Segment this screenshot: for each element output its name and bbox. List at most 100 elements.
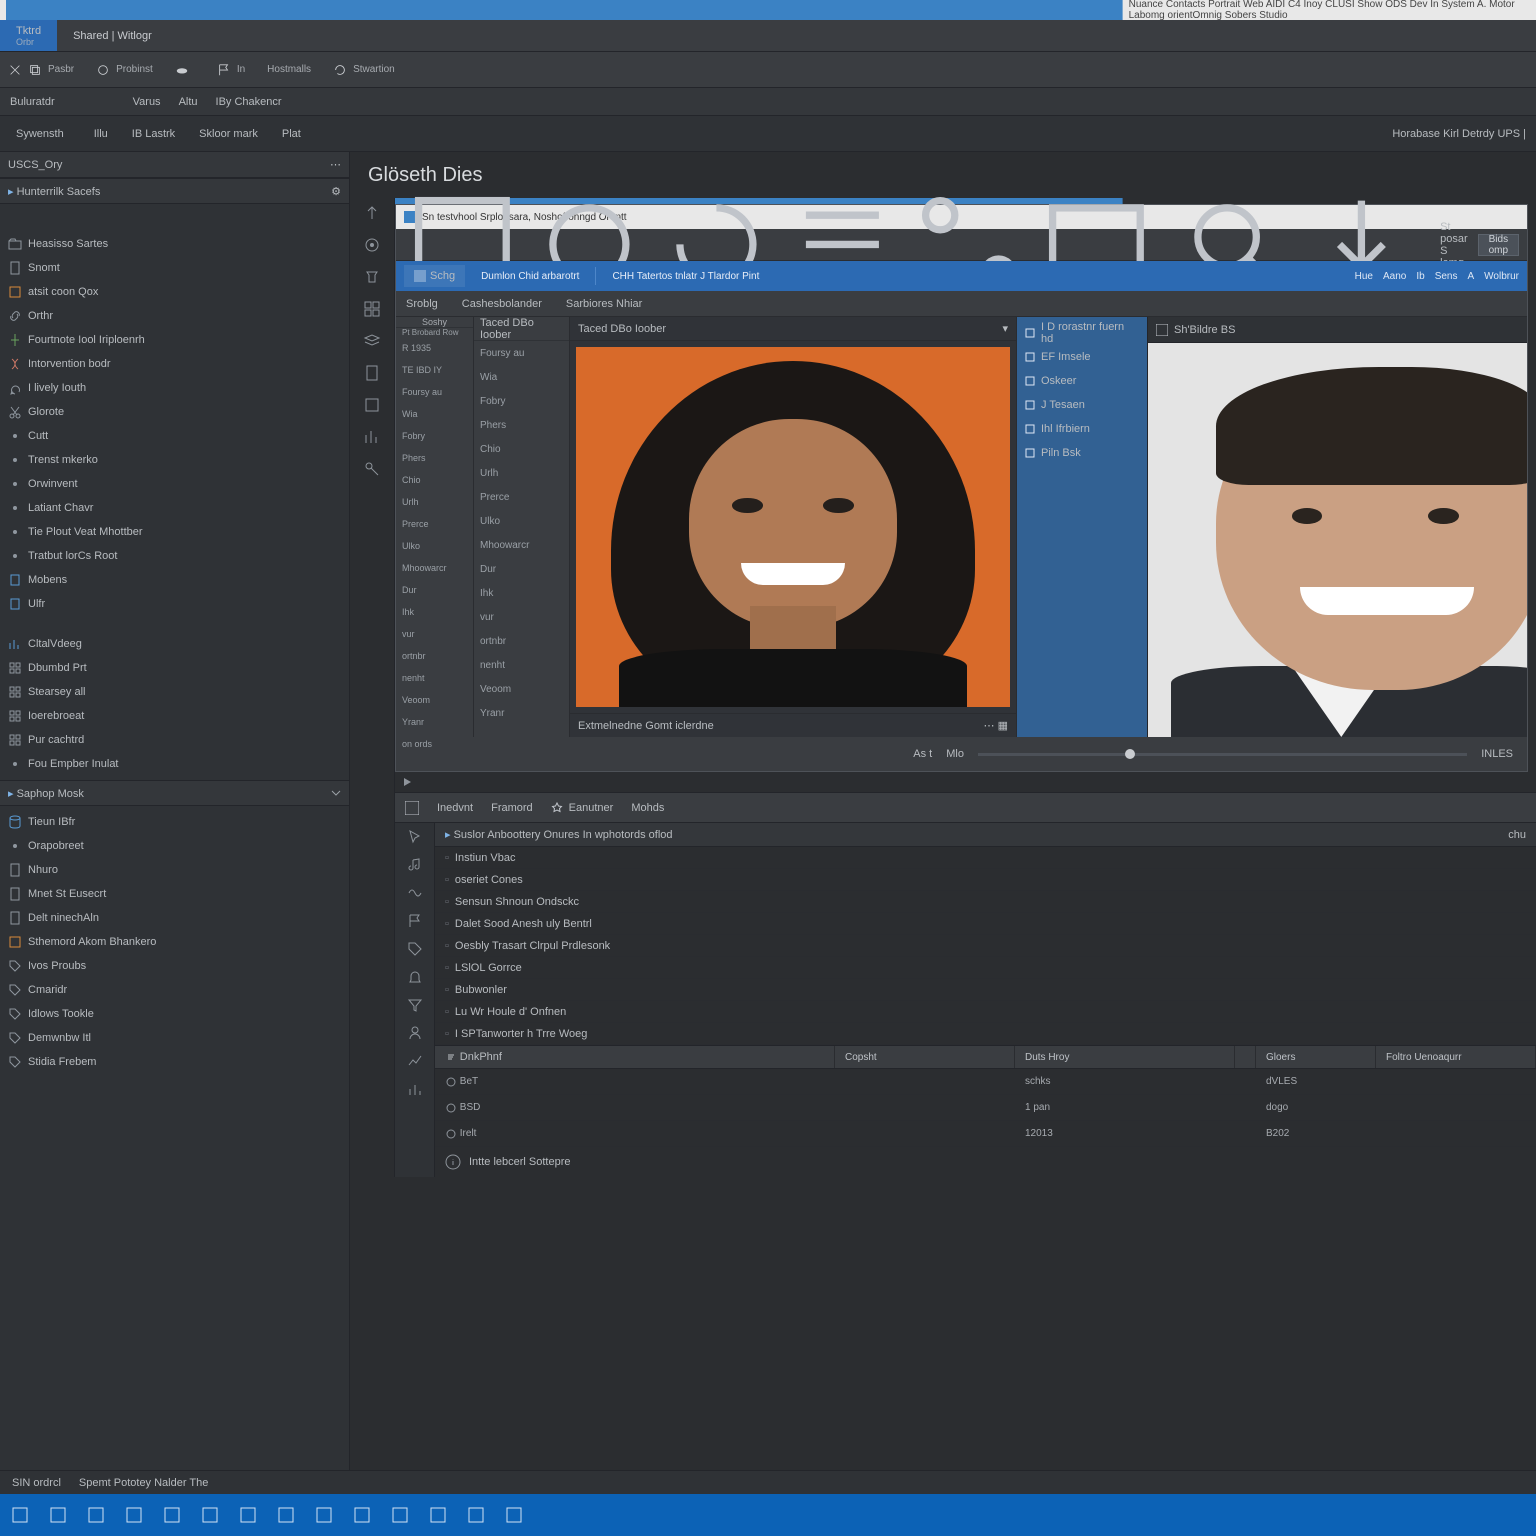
label-item[interactable]: Phers: [474, 413, 569, 437]
prop-item[interactable]: vur: [396, 623, 473, 645]
tree-item[interactable]: Ivos Proubs: [0, 954, 349, 978]
list-row[interactable]: ▫I SPTanworter h Trre Woeg: [435, 1023, 1536, 1045]
filter-icon[interactable]: [407, 997, 423, 1013]
label-item[interactable]: Dur: [474, 557, 569, 581]
label-item[interactable]: Prerce: [474, 485, 569, 509]
tree-item[interactable]: Nhuro: [0, 858, 349, 882]
shirt-icon[interactable]: [363, 268, 381, 286]
label-item[interactable]: Ulko: [474, 509, 569, 533]
flag-icon[interactable]: [407, 913, 423, 929]
refresh-icon[interactable]: [333, 63, 347, 77]
tab[interactable]: CHH Tatertos tnlatr J Tlardor Pint: [602, 265, 769, 287]
label-item[interactable]: ortnbr: [474, 629, 569, 653]
option-item[interactable]: Oskeer: [1017, 369, 1147, 393]
table-row[interactable]: Irelt12013B202: [435, 1121, 1536, 1147]
prop-item[interactable]: Mhoowarcr: [396, 557, 473, 579]
list-row[interactable]: ▫Oesbly Trasart Clrpul Prdlesonk: [435, 935, 1536, 957]
tree-item[interactable]: Tie Plout Veat Mhottber: [0, 520, 349, 544]
book-icon[interactable]: [363, 396, 381, 414]
tree-item[interactable]: Orwinvent: [0, 472, 349, 496]
tab[interactable]: Schg: [404, 265, 465, 287]
label-item[interactable]: Wia: [474, 365, 569, 389]
taskbar-icon[interactable]: [48, 1505, 68, 1525]
tree-item[interactable]: Dbumbd Prt: [0, 656, 349, 680]
dropdown-icon[interactable]: ▾: [1002, 322, 1008, 335]
tree-item[interactable]: Snomt: [0, 256, 349, 280]
tree-item[interactable]: CltalVdeeg: [0, 632, 349, 656]
tree-item[interactable]: Delt ninechAln: [0, 906, 349, 930]
prop-item[interactable]: Fobry: [396, 425, 473, 447]
list-row[interactable]: ▫Dalet Sood Anesh uly Bentrl: [435, 913, 1536, 935]
option-item[interactable]: J Tesaen: [1017, 393, 1147, 417]
tree-item[interactable]: Orthr: [0, 304, 349, 328]
play-icon[interactable]: [401, 776, 413, 788]
layers-icon[interactable]: [363, 332, 381, 350]
copy-icon[interactable]: [28, 63, 42, 77]
taskbar-icon[interactable]: [390, 1505, 410, 1525]
prop-item[interactable]: Wia: [396, 403, 473, 425]
left-section-2[interactable]: ▸ Saphop Mosk: [0, 780, 349, 806]
taskbar-icon[interactable]: [10, 1505, 30, 1525]
tree-item[interactable]: Ioerebroeat: [0, 704, 349, 728]
option-item[interactable]: I D rorastnr fuern hd: [1017, 321, 1147, 345]
tree-item[interactable]: I lively Iouth: [0, 376, 349, 400]
prop-item[interactable]: Ulko: [396, 535, 473, 557]
taskbar-icon[interactable]: [86, 1505, 106, 1525]
label-item[interactable]: Urlh: [474, 461, 569, 485]
list-row[interactable]: ▫Sensun Shnoun Ondsckc: [435, 891, 1536, 913]
list-row[interactable]: ▫LSlOL Gorrce: [435, 957, 1536, 979]
option-item[interactable]: Piln Bsk: [1017, 441, 1147, 465]
tag-icon[interactable]: [407, 941, 423, 957]
label-item[interactable]: Chio: [474, 437, 569, 461]
tree-item[interactable]: Heasisso Sartes: [0, 232, 349, 256]
prop-item[interactable]: R 1935: [396, 337, 473, 359]
taskbar-icon[interactable]: [238, 1505, 258, 1525]
prop-item[interactable]: Chio: [396, 469, 473, 491]
list-row[interactable]: ▫Bubwonler: [435, 979, 1536, 1001]
prop-item[interactable]: Veoom: [396, 689, 473, 711]
taskbar-icon[interactable]: [124, 1505, 144, 1525]
table-row[interactable]: BSD1 pandogo: [435, 1095, 1536, 1121]
tree-item[interactable]: Demwnbw Itl: [0, 1026, 349, 1050]
sort-icon[interactable]: [445, 1051, 457, 1063]
option-item[interactable]: EF Imsele: [1017, 345, 1147, 369]
arrow-up-icon[interactable]: [363, 204, 381, 222]
left-section-1[interactable]: ▸ Hunterrilk Sacefs ⚙: [0, 178, 349, 204]
tree-item[interactable]: Intorvention bodr: [0, 352, 349, 376]
tab[interactable]: Dumlon Chid arbarotrt: [471, 265, 589, 287]
taskbar-icon[interactable]: [200, 1505, 220, 1525]
tree-item[interactable]: Tratbut lorCs Root: [0, 544, 349, 568]
gear-icon[interactable]: ⚙: [331, 185, 341, 198]
window-icon[interactable]: [405, 801, 419, 815]
cursor-icon[interactable]: [407, 829, 423, 845]
taskbar-icon[interactable]: [352, 1505, 372, 1525]
taskbar-icon[interactable]: [276, 1505, 296, 1525]
tree-item[interactable]: Glorote: [0, 400, 349, 424]
tree-item[interactable]: Mobens: [0, 568, 349, 592]
label-item[interactable]: nenht: [474, 653, 569, 677]
trend-icon[interactable]: [407, 1053, 423, 1069]
gear-icon[interactable]: [96, 63, 110, 77]
bell-icon[interactable]: [407, 969, 423, 985]
prop-item[interactable]: Foursy au: [396, 381, 473, 403]
tree-item[interactable]: Tieun IBfr: [0, 810, 349, 834]
tree-item[interactable]: Pur cachtrd: [0, 728, 349, 752]
tree-item[interactable]: Ulfr: [0, 592, 349, 616]
prop-item[interactable]: ortnbr: [396, 645, 473, 667]
taskbar-icon[interactable]: [504, 1505, 524, 1525]
preview-image[interactable]: [570, 341, 1016, 713]
wave-icon[interactable]: [407, 885, 423, 901]
slider[interactable]: [978, 753, 1467, 756]
subbar-item[interactable]: Sywensth: [10, 128, 64, 140]
tree-item[interactable]: Trenst mkerko: [0, 448, 349, 472]
label-item[interactable]: Fobry: [474, 389, 569, 413]
menubar-tab-active[interactable]: Tktrd Orbr: [0, 20, 57, 51]
tree-item[interactable]: Cmaridr: [0, 978, 349, 1002]
label-item[interactable]: vur: [474, 605, 569, 629]
prop-item[interactable]: Dur: [396, 579, 473, 601]
taskbar-icon[interactable]: [314, 1505, 334, 1525]
tree-item[interactable]: Idlows Tookle: [0, 1002, 349, 1026]
menubar-tab[interactable]: Shared | Witlogr: [57, 20, 168, 51]
target-icon[interactable]: [363, 236, 381, 254]
taskbar-icon[interactable]: [428, 1505, 448, 1525]
